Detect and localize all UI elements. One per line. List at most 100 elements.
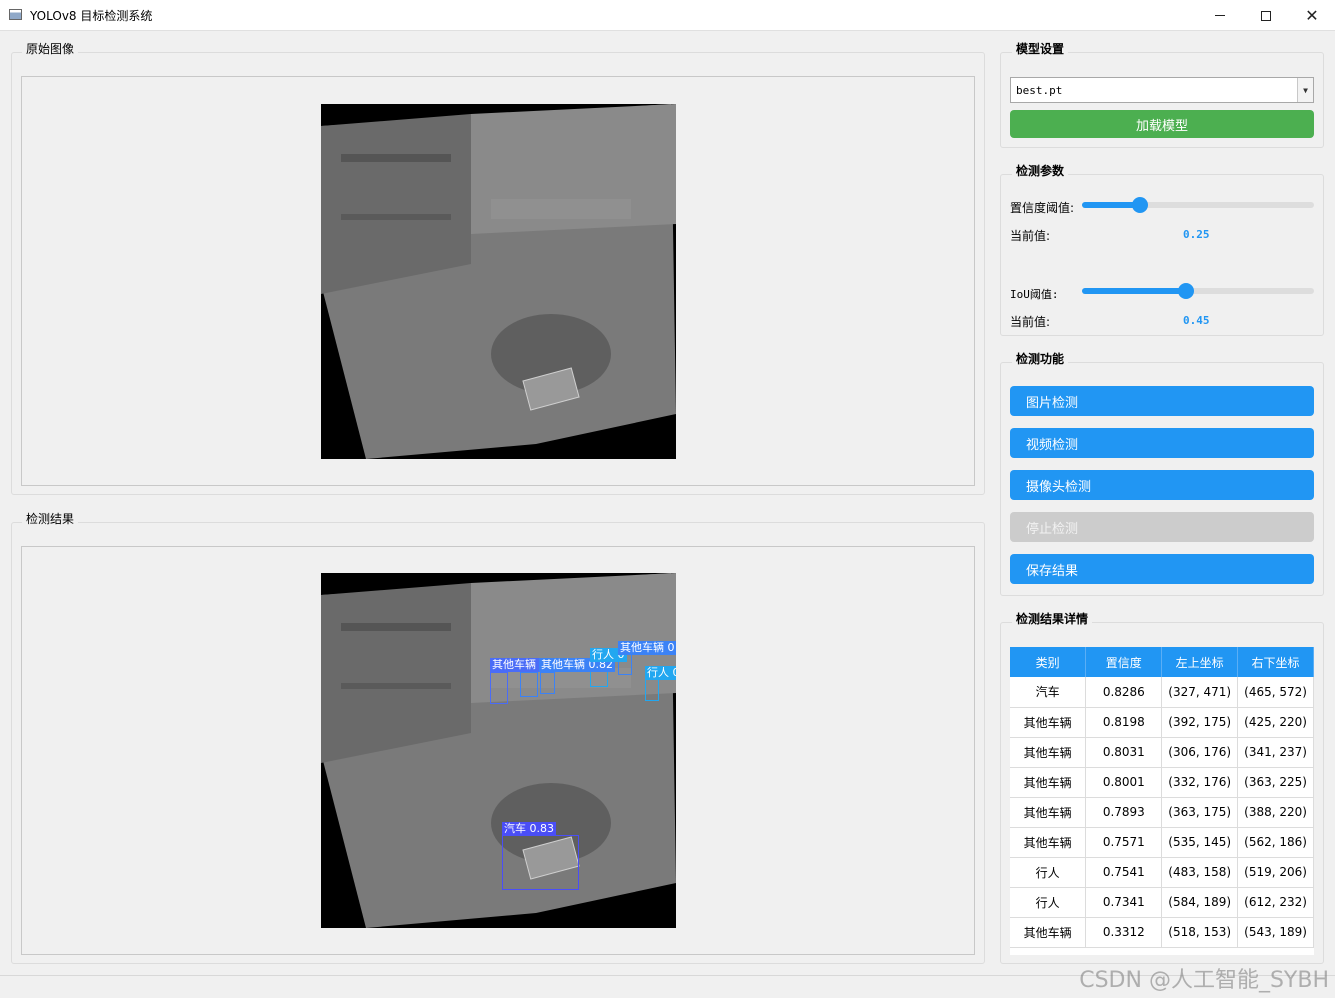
conf-current-value: 0.25 bbox=[1183, 228, 1210, 241]
iou-current-label: 当前值: bbox=[1010, 315, 1051, 329]
table-cell: (562, 186) bbox=[1237, 827, 1314, 858]
table-cell: 其他车辆 bbox=[1010, 827, 1087, 858]
table-row[interactable]: 其他车辆 0.8031 (306, 176) (341, 237) bbox=[1010, 737, 1314, 768]
detection-box bbox=[502, 835, 579, 890]
minimize-button[interactable] bbox=[1197, 0, 1243, 31]
table-cell: 其他车辆 bbox=[1010, 797, 1087, 828]
results-table-container[interactable]: 类别 置信度 左上坐标 右下坐标 汽车 0.8286 (327, 471) (465, 57… bbox=[1010, 647, 1314, 955]
iou-slider-fill bbox=[1082, 288, 1187, 294]
conf-threshold-slider[interactable] bbox=[1082, 197, 1314, 213]
close-icon: ✕ bbox=[1305, 6, 1319, 25]
table-header-cell[interactable]: 类别 bbox=[1010, 647, 1087, 677]
table-cell: (332, 176) bbox=[1161, 767, 1239, 798]
result-image: 其他车辆 0 其他车辆 0.82 行人 0 其他车辆 0 行人 0 汽车 0.8… bbox=[321, 573, 676, 928]
results-detail-title: 检测结果详情 bbox=[1012, 610, 1093, 627]
title-bar: YOLOv8 目标检测系统 ✕ bbox=[0, 0, 1335, 31]
video-detect-button[interactable]: 视频检测 bbox=[1010, 428, 1314, 458]
table-cell: (327, 471) bbox=[1161, 677, 1239, 708]
detection-params-title: 检测参数 bbox=[1012, 162, 1069, 179]
table-cell: (425, 220) bbox=[1237, 707, 1314, 738]
table-row[interactable]: 其他车辆 0.3312 (518, 153) (543, 189) bbox=[1010, 917, 1314, 948]
table-cell: (518, 153) bbox=[1161, 917, 1239, 948]
detection-box bbox=[520, 672, 538, 697]
chevron-down-icon[interactable]: ▼ bbox=[1297, 78, 1313, 102]
table-cell: 0.8001 bbox=[1085, 767, 1163, 798]
maximize-button[interactable] bbox=[1243, 0, 1289, 31]
table-cell: (341, 237) bbox=[1237, 737, 1314, 768]
table-row[interactable]: 汽车 0.8286 (327, 471) (465, 572) bbox=[1010, 677, 1314, 708]
table-cell: (543, 189) bbox=[1237, 917, 1314, 948]
table-cell: (519, 206) bbox=[1237, 857, 1314, 888]
table-cell: 0.8286 bbox=[1085, 677, 1163, 708]
conf-threshold-label: 置信度阈值: bbox=[1010, 201, 1075, 215]
close-button[interactable]: ✕ bbox=[1289, 0, 1335, 31]
watermark: CSDN @人工智能_SYBH bbox=[1079, 968, 1329, 993]
table-row[interactable]: 其他车辆 0.8198 (392, 175) (425, 220) bbox=[1010, 707, 1314, 738]
original-aerial-image bbox=[321, 104, 676, 459]
table-cell: (483, 158) bbox=[1161, 857, 1239, 888]
original-image bbox=[321, 104, 676, 459]
table-cell: (306, 176) bbox=[1161, 737, 1239, 768]
table-cell: 其他车辆 bbox=[1010, 737, 1087, 768]
table-body: 汽车 0.8286 (327, 471) (465, 572) 其他车辆 0.8198 (3… bbox=[1010, 677, 1314, 948]
table-row[interactable]: 行人 0.7341 (584, 189) (612, 232) bbox=[1010, 887, 1314, 918]
detection-label: 汽车 0.83 bbox=[502, 822, 556, 836]
table-cell: (363, 175) bbox=[1161, 797, 1239, 828]
table-cell: 行人 bbox=[1010, 857, 1087, 888]
original-image-title: 原始图像 bbox=[22, 40, 79, 57]
table-cell: 汽车 bbox=[1010, 677, 1087, 708]
table-cell: 0.8031 bbox=[1085, 737, 1163, 768]
original-image-frame bbox=[21, 76, 975, 486]
table-cell: 行人 bbox=[1010, 887, 1087, 918]
iou-threshold-label: IoU阈值: bbox=[1010, 288, 1059, 301]
detection-box bbox=[645, 678, 659, 701]
table-cell: 其他车辆 bbox=[1010, 767, 1087, 798]
result-image-frame: 其他车辆 0 其他车辆 0.82 行人 0 其他车辆 0 行人 0 汽车 0.8… bbox=[21, 546, 975, 955]
table-cell: (388, 220) bbox=[1237, 797, 1314, 828]
detection-label: 其他车辆 0 bbox=[618, 641, 676, 655]
minimize-icon bbox=[1215, 15, 1225, 16]
table-row[interactable]: 其他车辆 0.8001 (332, 176) (363, 225) bbox=[1010, 767, 1314, 798]
iou-current-value: 0.45 bbox=[1183, 314, 1210, 327]
detection-box bbox=[540, 672, 555, 694]
table-cell: 0.7541 bbox=[1085, 857, 1163, 888]
iou-threshold-slider[interactable] bbox=[1082, 283, 1314, 299]
model-select[interactable]: best.pt ▼ bbox=[1010, 77, 1314, 103]
table-cell: 0.8198 bbox=[1085, 707, 1163, 738]
table-cell: (465, 572) bbox=[1237, 677, 1314, 708]
table-cell: 0.7893 bbox=[1085, 797, 1163, 828]
detection-box bbox=[490, 672, 508, 704]
model-settings-title: 模型设置 bbox=[1012, 40, 1069, 57]
table-row[interactable]: 行人 0.7541 (483, 158) (519, 206) bbox=[1010, 857, 1314, 888]
table-cell: 0.7341 bbox=[1085, 887, 1163, 918]
window-title: YOLOv8 目标检测系统 bbox=[30, 9, 153, 23]
conf-current-label: 当前值: bbox=[1010, 229, 1051, 243]
detection-label: 行人 0 bbox=[645, 666, 676, 680]
table-row[interactable]: 其他车辆 0.7893 (363, 175) (388, 220) bbox=[1010, 797, 1314, 828]
save-result-button[interactable]: 保存结果 bbox=[1010, 554, 1314, 584]
stop-detect-button[interactable]: 停止检测 bbox=[1010, 512, 1314, 542]
conf-slider-handle[interactable] bbox=[1132, 197, 1148, 213]
table-cell: (612, 232) bbox=[1237, 887, 1314, 918]
table-cell: (584, 189) bbox=[1161, 887, 1239, 918]
table-cell: (535, 145) bbox=[1161, 827, 1239, 858]
table-cell: 其他车辆 bbox=[1010, 917, 1087, 948]
detection-functions-title: 检测功能 bbox=[1012, 350, 1069, 367]
table-header-cell[interactable]: 置信度 bbox=[1085, 647, 1163, 677]
app-icon bbox=[9, 9, 22, 20]
camera-detect-button[interactable]: 摄像头检测 bbox=[1010, 470, 1314, 500]
image-detect-button[interactable]: 图片检测 bbox=[1010, 386, 1314, 416]
table-cell: 其他车辆 bbox=[1010, 707, 1087, 738]
table-cell: (363, 225) bbox=[1237, 767, 1314, 798]
maximize-icon bbox=[1261, 10, 1271, 21]
load-model-button[interactable]: 加载模型 bbox=[1010, 110, 1314, 138]
table-cell: 0.3312 bbox=[1085, 917, 1163, 948]
table-header-row: 类别 置信度 左上坐标 右下坐标 bbox=[1010, 647, 1314, 677]
table-cell: (392, 175) bbox=[1161, 707, 1239, 738]
model-select-value: best.pt bbox=[1016, 84, 1063, 97]
result-aerial-image bbox=[321, 573, 676, 928]
table-row[interactable]: 其他车辆 0.7571 (535, 145) (562, 186) bbox=[1010, 827, 1314, 858]
table-header-cell[interactable]: 右下坐标 bbox=[1237, 647, 1314, 677]
table-header-cell[interactable]: 左上坐标 bbox=[1161, 647, 1239, 677]
table-cell: 0.7571 bbox=[1085, 827, 1163, 858]
